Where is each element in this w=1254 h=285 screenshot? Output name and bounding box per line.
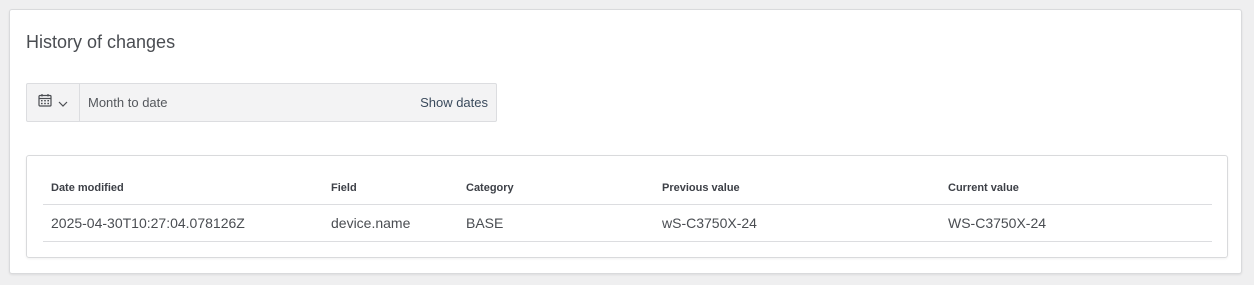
cell-previous-value: wS-C3750X-24 [654, 204, 940, 242]
table-header-row: Date modified Field Category Previous va… [43, 172, 1212, 205]
page-title: History of changes [26, 32, 176, 52]
cell-field: device.name [323, 204, 458, 242]
cell-current-value: WS-C3750X-24 [940, 204, 1212, 242]
date-picker-button[interactable] [27, 84, 80, 121]
column-header-field[interactable]: Field [323, 172, 458, 205]
cell-date-modified: 2025-04-30T10:27:04.078126Z [43, 204, 323, 242]
changes-table: Date modified Field Category Previous va… [43, 172, 1212, 242]
column-header-previous-value[interactable]: Previous value [654, 172, 940, 205]
date-range-label: Month to date [88, 95, 168, 110]
table-row: 2025-04-30T10:27:04.078126Z device.name … [43, 204, 1212, 242]
column-header-date-modified[interactable]: Date modified [43, 172, 323, 205]
chevron-down-icon [58, 94, 68, 112]
column-header-current-value[interactable]: Current value [940, 172, 1212, 205]
history-of-changes-card: History of changes Month to date Show da… [9, 9, 1242, 274]
cell-category: BASE [458, 204, 654, 242]
changes-table-container: Date modified Field Category Previous va… [26, 155, 1228, 258]
show-dates-link[interactable]: Show dates [420, 95, 496, 110]
date-range-filter: Month to date Show dates [26, 83, 497, 122]
calendar-icon [38, 93, 52, 112]
column-header-category[interactable]: Category [458, 172, 654, 205]
